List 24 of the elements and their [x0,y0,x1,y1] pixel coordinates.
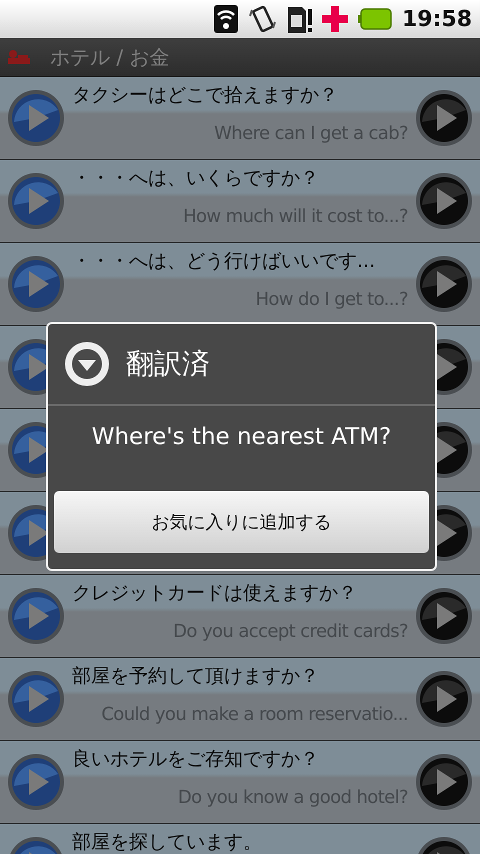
japanese-phrase: クレジットカードは使えますか？ [72,581,358,605]
dialog-message: Where's the nearest ATM? [92,423,392,452]
dialog-title: 翻訳済 [126,346,210,382]
japanese-phrase: タクシーはどこで拾えますか？ [72,83,339,107]
play-icon[interactable] [414,752,474,812]
japanese-phrase: 良いホテルをご存知ですか？ [72,747,320,771]
japanese-phrase: 部屋を探しています。 [72,830,263,854]
battery-icon [358,8,392,30]
clock: 19:58 [402,6,472,34]
add-to-favorites-button[interactable]: お気に入りに追加する [54,491,429,553]
japanese-phrase: ・・・へは、いくらですか？ [72,166,320,190]
sim-card-icon [288,5,312,33]
vibrate-icon [248,4,278,34]
japanese-phrase: 部屋を予約して頂けますか？ [72,664,320,688]
play-icon[interactable] [414,586,474,646]
wifi-icon [214,5,238,33]
play-icon[interactable] [414,88,474,148]
play-icon[interactable] [414,669,474,729]
category-title: ホテル / お金 [50,44,170,71]
japanese-phrase: ・・・へは、どう行けばいいです... [72,249,376,273]
dropdown-icon [64,341,110,387]
plus-icon [322,6,348,32]
play-icon[interactable] [414,254,474,314]
play-icon[interactable] [414,171,474,231]
